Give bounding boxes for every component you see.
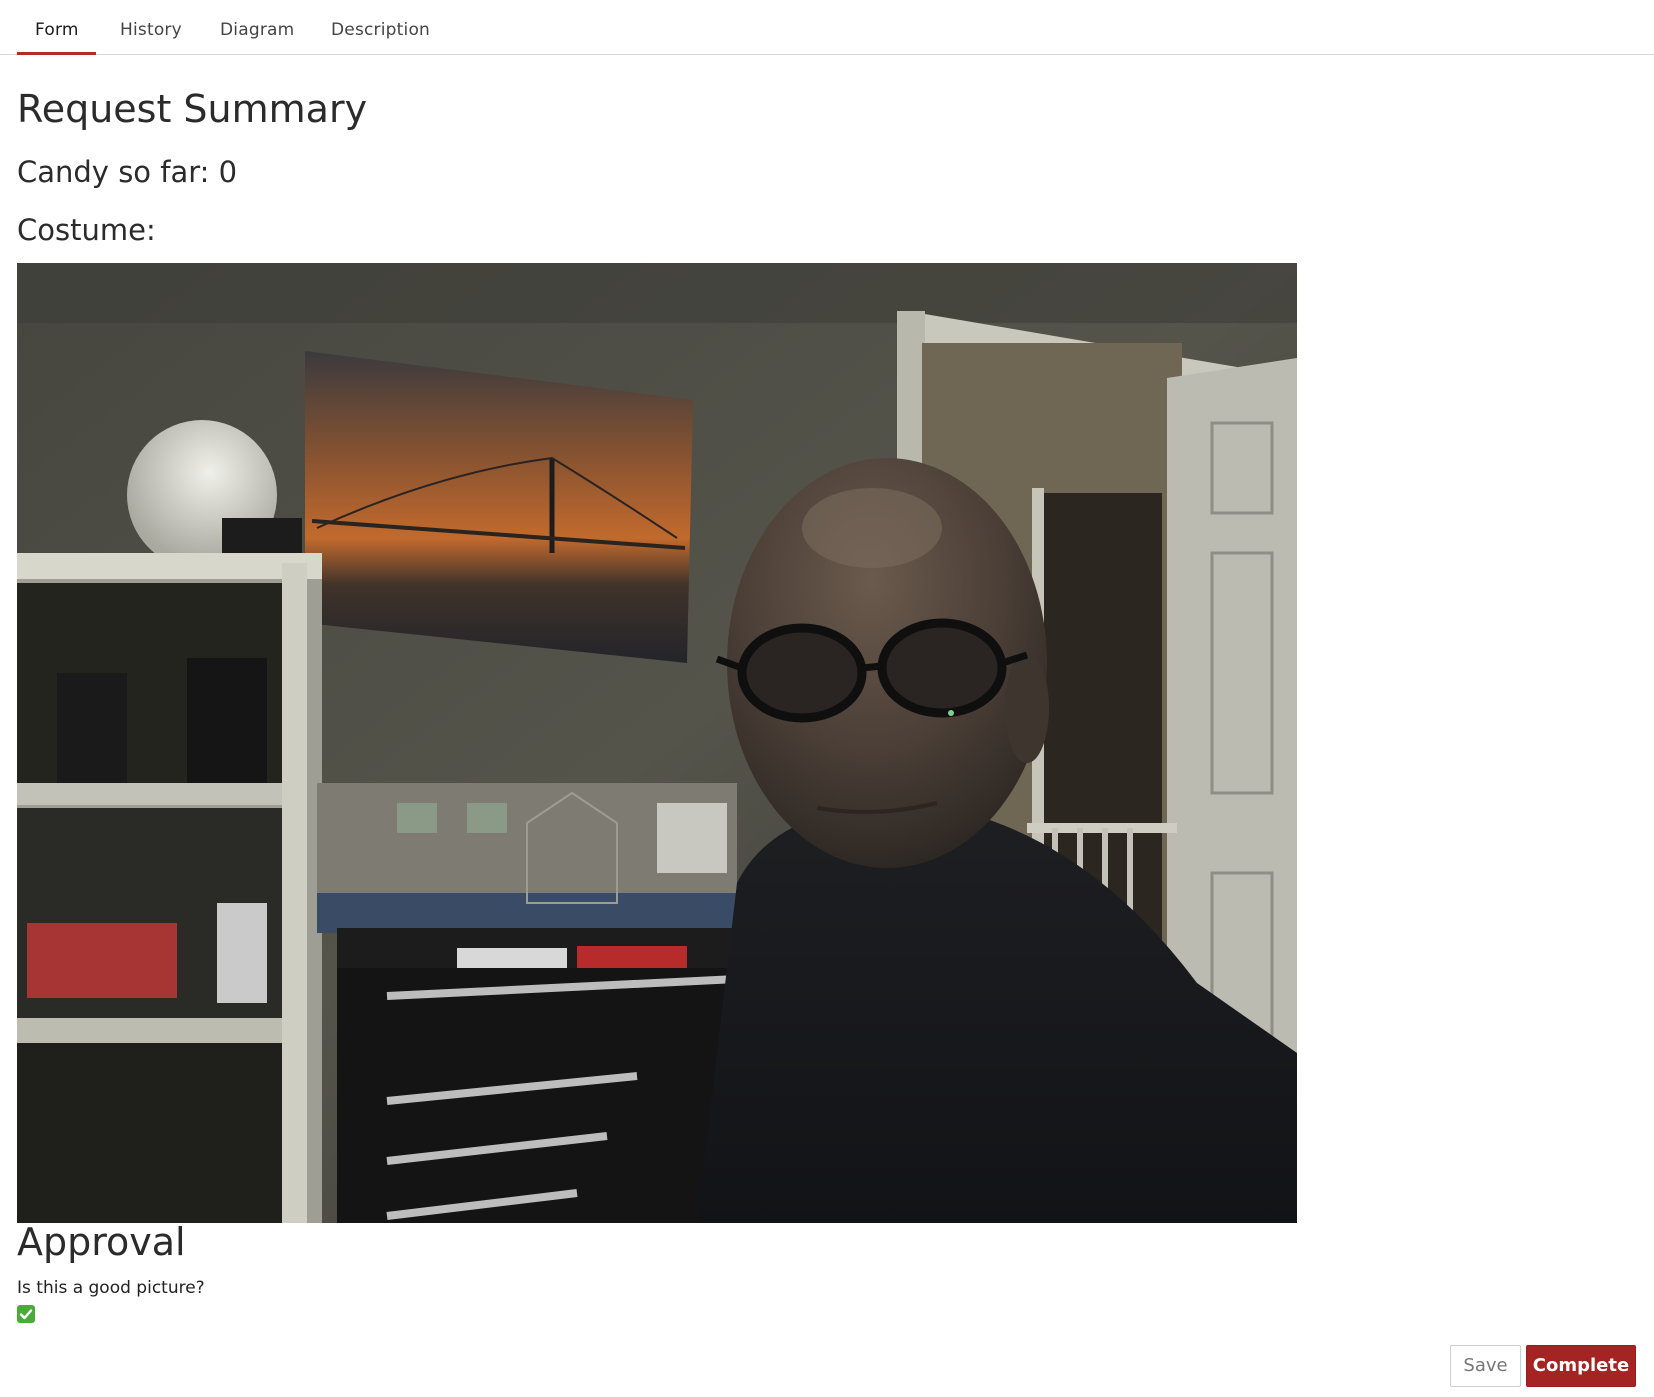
tab-description[interactable]: Description: [331, 22, 430, 39]
tab-bar: Form History Diagram Description: [0, 0, 1654, 55]
approval-question: Is this a good picture?: [17, 1278, 205, 1298]
tab-diagram[interactable]: Diagram: [220, 22, 294, 39]
costume-photo: [17, 263, 1297, 1223]
complete-button[interactable]: Complete: [1526, 1345, 1636, 1387]
active-tab-indicator: [17, 52, 96, 55]
candy-count: Candy so far: 0: [17, 155, 238, 189]
save-button[interactable]: Save: [1450, 1345, 1521, 1387]
approval-title: Approval: [17, 1220, 186, 1264]
tab-form[interactable]: Form: [35, 22, 79, 39]
approval-checkbox[interactable]: [17, 1305, 35, 1323]
page-title: Request Summary: [17, 87, 368, 131]
checkmark-icon: [19, 1309, 33, 1320]
costume-label: Costume:: [17, 213, 156, 247]
tab-history[interactable]: History: [120, 22, 182, 39]
